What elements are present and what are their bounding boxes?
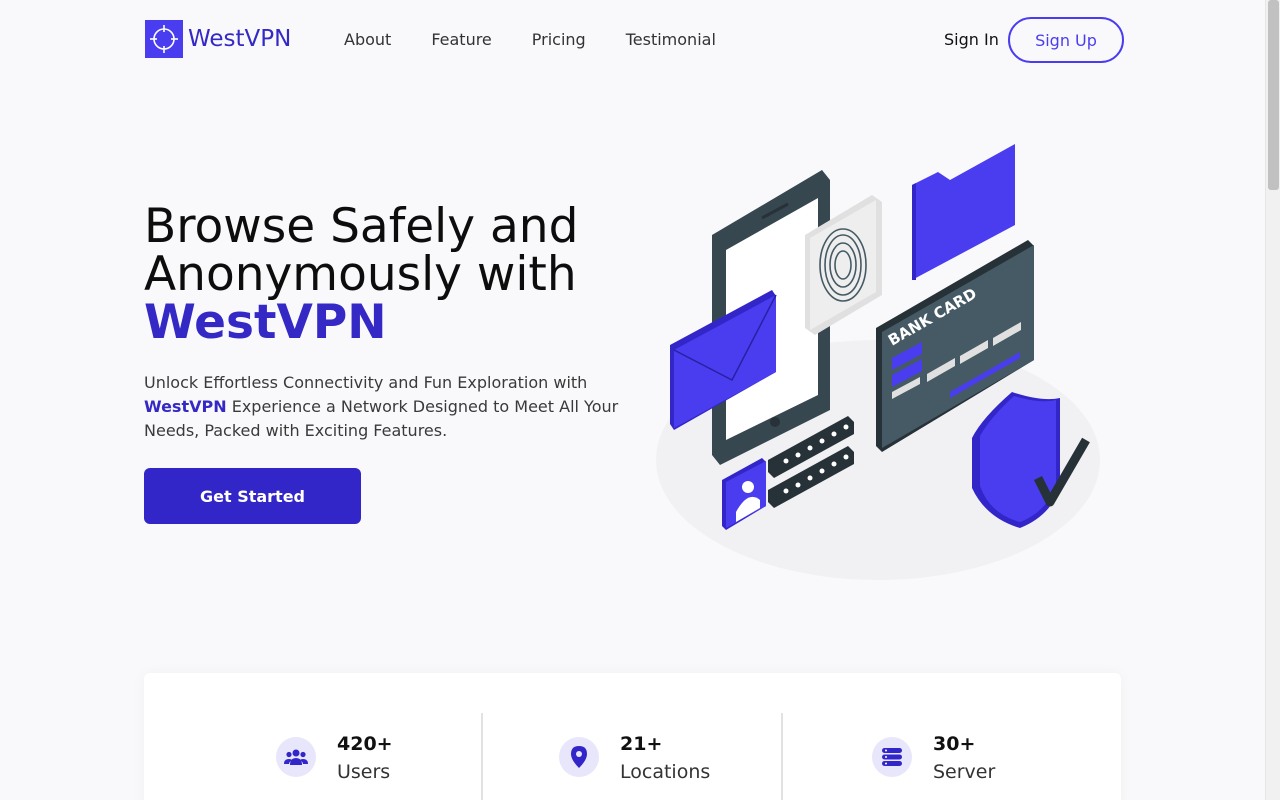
sign-in-link[interactable]: Sign In xyxy=(944,30,999,49)
logo-text: WestVPN xyxy=(188,26,292,52)
location-pin-icon xyxy=(559,737,599,777)
hero-desc-brand: WestVPN xyxy=(144,397,227,416)
crosshair-logo-icon xyxy=(145,20,183,58)
stat-divider xyxy=(781,713,783,800)
stat-locations: 21+ Locations xyxy=(559,733,711,787)
hero-title: Browse Safely and Anonymously with WestV… xyxy=(144,203,664,347)
nav-link-testimonial[interactable]: Testimonial xyxy=(626,30,716,49)
sign-up-button[interactable]: Sign Up xyxy=(1008,17,1124,63)
stat-servers-label: Server xyxy=(933,761,996,783)
hero-title-brand: WestVPN xyxy=(144,295,387,350)
main-menu: About Feature Pricing Testimonial xyxy=(344,30,716,49)
stat-divider xyxy=(481,713,483,800)
stat-users: 420+ Users xyxy=(276,733,393,787)
users-icon xyxy=(276,737,316,777)
stats-panel: 420+ Users 21+ Locations 30+ Server xyxy=(144,673,1121,800)
hero-title-line1: Browse Safely and xyxy=(144,199,579,254)
nav-link-pricing[interactable]: Pricing xyxy=(532,30,586,49)
nav-link-feature[interactable]: Feature xyxy=(431,30,491,49)
stat-servers-number: 30+ xyxy=(933,733,976,755)
stat-locations-number: 21+ xyxy=(620,733,663,755)
hero-desc-text-1: Unlock Effortless Connectivity and Fun E… xyxy=(144,373,588,392)
stat-users-label: Users xyxy=(337,761,391,783)
stat-users-number: 420+ xyxy=(337,733,393,755)
nav-link-about[interactable]: About xyxy=(344,30,391,49)
hero-illustration: BANK CARD xyxy=(650,140,1120,594)
get-started-button[interactable]: Get Started xyxy=(144,468,361,524)
server-icon xyxy=(872,737,912,777)
logo[interactable]: WestVPN xyxy=(145,20,291,58)
stat-locations-label: Locations xyxy=(620,761,711,783)
page-scrollbar[interactable] xyxy=(1265,0,1280,800)
hero-title-line2: Anonymously with xyxy=(144,247,577,302)
hero-description: Unlock Effortless Connectivity and Fun E… xyxy=(144,371,634,443)
site-header: WestVPN About Feature Pricing Testimonia… xyxy=(0,0,1265,80)
stat-servers: 30+ Server xyxy=(872,733,996,787)
scrollbar-thumb[interactable] xyxy=(1268,0,1279,190)
